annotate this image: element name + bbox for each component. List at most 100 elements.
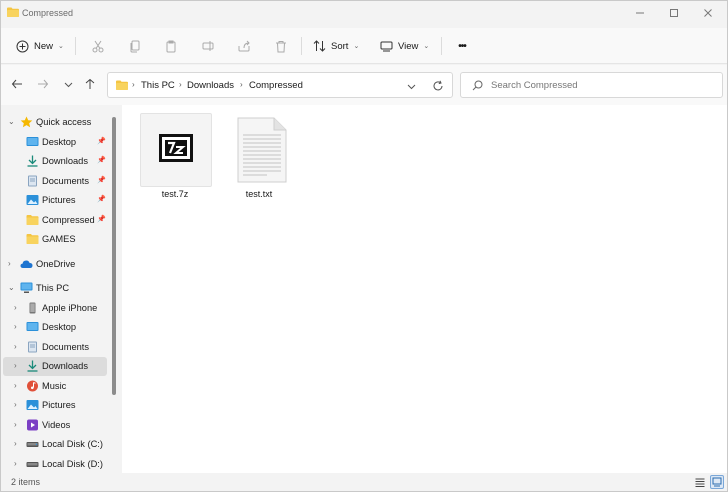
file-item[interactable]: test.txt [220, 107, 298, 199]
chevron-right-icon: › [14, 342, 17, 351]
chevron-right-icon: › [14, 400, 17, 409]
nav-label: Downloads [42, 361, 88, 371]
music-icon [27, 380, 38, 392]
new-button[interactable]: New ⌄ [16, 36, 64, 56]
chevron-down-icon[interactable] [407, 82, 416, 91]
nav-item-downloads[interactable]: Downloads 📌 [3, 152, 107, 171]
nav-item-games[interactable]: GAMES [3, 230, 107, 249]
desktop-icon [26, 137, 39, 146]
divider [441, 37, 442, 55]
plus-circle-icon [16, 40, 29, 52]
folder-icon [26, 215, 39, 225]
copy-button[interactable] [124, 36, 146, 56]
videos-icon [27, 419, 38, 431]
sort-button-label: Sort [331, 40, 349, 52]
pin-icon[interactable]: 📌 [97, 215, 106, 223]
nav-item-compressed[interactable]: Compressed 📌 [3, 211, 107, 230]
nav-scrollbar[interactable] [112, 117, 116, 395]
command-bar: New ⌄ Sort ⌄ View ⌄ ••• [1, 28, 727, 64]
delete-button[interactable] [270, 36, 292, 56]
nav-label: Compressed [42, 215, 95, 225]
nav-label: Pictures [42, 195, 76, 205]
star-icon [20, 116, 33, 128]
nav-label: Downloads [42, 156, 88, 166]
refresh-icon[interactable] [432, 80, 444, 92]
nav-item-apple-iphone[interactable]: › Apple iPhone [3, 299, 107, 318]
chevron-right-icon: › [14, 322, 17, 331]
rename-icon [202, 41, 213, 51]
chevron-down-icon: ⌄ [58, 43, 64, 50]
7z-archive-icon [140, 113, 212, 187]
breadcrumb-downloads[interactable]: Downloads [187, 80, 234, 91]
paste-button[interactable] [160, 36, 182, 56]
nav-item-pc-desktop[interactable]: › Desktop [3, 318, 107, 337]
rename-button[interactable] [197, 36, 219, 56]
details-view-button[interactable] [693, 475, 707, 489]
nav-item-documents[interactable]: Documents 📌 [3, 172, 107, 191]
nav-item-pictures[interactable]: Pictures 📌 [3, 191, 107, 210]
download-icon [27, 155, 38, 167]
chevron-right-icon: › [14, 361, 17, 370]
close-icon [704, 9, 712, 17]
trash-icon [276, 40, 286, 52]
chevron-down-icon: ⌄ [353, 43, 360, 50]
cut-button[interactable] [87, 36, 109, 56]
file-item[interactable]: test.7z [136, 107, 214, 199]
nav-item-pc-documents[interactable]: › Documents [3, 338, 107, 357]
nav-item-this-pc[interactable]: ⌄ This PC [3, 279, 107, 298]
chevron-right-icon: › [14, 459, 17, 468]
search-placeholder: Search Compressed [491, 80, 578, 91]
chevron-down-icon: ⌄ [8, 283, 15, 292]
nav-item-pc-pictures[interactable]: › Pictures [3, 396, 107, 415]
nav-item-pc-downloads[interactable]: › Downloads [3, 357, 107, 376]
sort-button[interactable]: Sort ⌄ [313, 36, 359, 56]
list-view-icon [695, 478, 705, 487]
pin-icon[interactable]: 📌 [97, 176, 106, 184]
nav-label: GAMES [42, 234, 76, 244]
back-button[interactable] [9, 76, 25, 92]
breadcrumb-compressed[interactable]: Compressed [249, 80, 303, 91]
forward-button[interactable] [35, 76, 51, 92]
share-button[interactable] [233, 36, 255, 56]
nav-item-pc-music[interactable]: › Music [3, 377, 107, 396]
close-button[interactable] [691, 1, 725, 25]
pin-icon[interactable]: 📌 [97, 156, 106, 164]
file-list: test.7z test.txt [122, 105, 727, 473]
up-button[interactable] [82, 76, 98, 92]
chevron-right-icon: › [14, 381, 17, 390]
pin-icon[interactable]: 📌 [97, 195, 106, 203]
nav-item-local-disk-d[interactable]: › Local Disk (D:) [3, 455, 107, 474]
address-bar[interactable]: › This PC › Downloads › Compressed [107, 72, 453, 98]
scissors-icon [92, 40, 104, 52]
nav-label: Local Disk (C:) [42, 439, 103, 449]
minimize-button[interactable] [623, 1, 657, 25]
file-name: test.7z [161, 189, 189, 199]
nav-label: Documents [42, 342, 90, 352]
chevron-right-icon: › [14, 303, 17, 312]
divider [301, 37, 302, 55]
tiles-view-icon [712, 477, 722, 487]
breadcrumb-this-pc[interactable]: This PC [141, 80, 175, 91]
nav-label: Music [42, 381, 67, 391]
folder-icon [7, 7, 19, 17]
more-icon: ••• [458, 40, 466, 52]
pin-icon[interactable]: 📌 [97, 137, 106, 145]
navigation-pane: ⌄ Quick access Desktop 📌 Downloads 📌 Doc… [1, 105, 122, 473]
chevron-right-icon: › [14, 439, 17, 448]
see-more-button[interactable]: ••• [451, 36, 473, 56]
share-icon [238, 40, 250, 52]
nav-item-desktop[interactable]: Desktop 📌 [3, 133, 107, 152]
recent-locations-button[interactable] [60, 76, 76, 92]
divider [75, 37, 76, 55]
search-input[interactable]: Search Compressed [460, 72, 723, 98]
drive-icon [26, 442, 39, 447]
large-icons-view-button[interactable] [710, 475, 724, 489]
maximize-button[interactable] [657, 1, 691, 25]
nav-item-onedrive[interactable]: › OneDrive [3, 255, 107, 274]
nav-item-quick-access[interactable]: ⌄ Quick access [3, 113, 107, 132]
view-icon [380, 41, 393, 52]
nav-item-pc-videos[interactable]: › Videos [3, 416, 107, 435]
phone-icon [29, 302, 36, 314]
nav-item-local-disk-c[interactable]: › Local Disk (C:) [3, 435, 107, 454]
view-button[interactable]: View ⌄ [380, 36, 429, 56]
